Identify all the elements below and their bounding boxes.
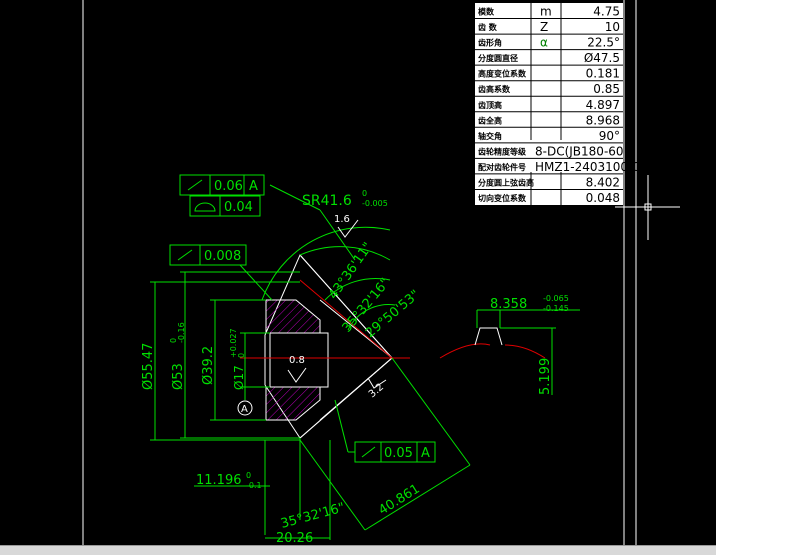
roughness-1-value: 1.6 bbox=[334, 214, 350, 225]
cone-distance-text: 40.861 bbox=[376, 482, 423, 519]
dia-55-text: Ø55.47 bbox=[141, 343, 156, 390]
roughness-2-value: 3.2 bbox=[367, 382, 386, 401]
table-row-name: 轴交角 bbox=[478, 131, 502, 141]
angle-back-text: 35°32'16" bbox=[279, 500, 346, 531]
tooth-width-lower: -0.145 bbox=[543, 304, 569, 313]
sphere-radius-upper: 0 bbox=[362, 189, 367, 198]
runout-1-datum: A bbox=[249, 179, 258, 194]
len-20-text: 20.26 bbox=[276, 531, 313, 545]
len-11-lower: -0.1 bbox=[246, 481, 262, 490]
runout-2-arrow-icon bbox=[177, 249, 193, 261]
datum-a-label: A bbox=[241, 404, 248, 415]
table-row-value: HMZ1-2403100-03 bbox=[535, 160, 648, 174]
dia-53-text: Ø53 bbox=[171, 363, 186, 390]
profile-arc-icon bbox=[194, 202, 216, 212]
table-row-value: 0.85 bbox=[593, 82, 620, 96]
runout-3-value: 0.05 bbox=[384, 446, 413, 461]
dia-53-lower: -0.16 bbox=[177, 322, 186, 343]
tooth-profile bbox=[474, 327, 503, 346]
table-row-name: 配对齿轮件号 bbox=[478, 162, 526, 172]
table-row-value: 8.968 bbox=[586, 113, 620, 127]
tooth-base-arc-left bbox=[439, 343, 491, 359]
table-row-value: 0.048 bbox=[586, 191, 620, 205]
table-row-symbol: α bbox=[540, 36, 548, 50]
table-row-name: 高度变位系数 bbox=[478, 69, 527, 79]
table-row-name: 齿形角 bbox=[478, 38, 502, 48]
table-row-value: Ø47.5 bbox=[584, 51, 620, 65]
table-row-name: 模数 bbox=[478, 7, 495, 17]
angle-arc-outer bbox=[299, 246, 391, 261]
len-11-text: 11.196 bbox=[196, 473, 242, 488]
tooth-width-text: 8.358 bbox=[490, 297, 527, 312]
table-row-value: 90° bbox=[599, 129, 620, 143]
table-row-value: 8-DC(JB180-60) bbox=[535, 144, 628, 158]
crosshair-cursor-icon bbox=[615, 175, 680, 240]
sphere-radius-lower: -0.005 bbox=[362, 199, 388, 208]
tooth-base-arc-right bbox=[504, 344, 546, 359]
hatch-lower bbox=[265, 386, 321, 421]
runout-arrow-icon bbox=[187, 179, 203, 191]
table-row-value: 4.897 bbox=[586, 98, 620, 112]
hatch-upper bbox=[265, 299, 321, 334]
table-row-symbol: Z bbox=[540, 20, 548, 34]
tooth-detail: 8.358 -0.065 -0.145 5.199 bbox=[439, 294, 580, 395]
table-row-value: 22.5° bbox=[587, 36, 620, 50]
table-row-name: 齿顶高 bbox=[478, 100, 502, 110]
drawing-svg: 模数 m 4.75 齿 数 Z 10 齿形角 α 22.5° 分度圆直径 Ø47.5 高度变位系数 0.… bbox=[82, 0, 680, 545]
table-row-name: 齿高系数 bbox=[478, 84, 511, 94]
leader-runout-3 bbox=[334, 399, 349, 453]
dia-39-text: Ø39.2 bbox=[201, 346, 216, 385]
tooth-height-text: 5.199 bbox=[538, 358, 553, 395]
table-row-value: 10 bbox=[605, 20, 620, 34]
roughness-symbol-bore-icon bbox=[287, 367, 307, 383]
bore-text: Ø17 bbox=[232, 365, 246, 390]
table-row-name: 齿 数 bbox=[478, 22, 498, 32]
gear-parameter-table: 模数 m 4.75 齿 数 Z 10 齿形角 α 22.5° 分度圆直径 Ø47.5 高度变位系数 0.… bbox=[475, 3, 648, 205]
profile-1-value: 0.04 bbox=[224, 200, 253, 215]
table-row-name: 齿轮精度等级 bbox=[478, 146, 527, 156]
roughness-bore-value: 0.8 bbox=[289, 355, 305, 366]
table-row-value: 0.181 bbox=[586, 67, 620, 81]
bore-lower: 0 bbox=[237, 353, 246, 358]
table-row-value: 8.402 bbox=[586, 175, 620, 189]
runout-3-arrow-icon bbox=[361, 446, 376, 458]
sphere-radius-text: SR41.6 bbox=[302, 193, 352, 209]
table-row-symbol: m bbox=[540, 5, 552, 19]
tolerance-frame-2: 0.008 bbox=[169, 244, 247, 266]
runout-2-value: 0.008 bbox=[204, 249, 241, 264]
profile-symbol-box bbox=[189, 195, 221, 217]
tooth-width-upper: -0.065 bbox=[543, 294, 569, 303]
table-row-name: 分度圆直径 bbox=[478, 53, 518, 63]
table-row-value: 4.75 bbox=[593, 5, 620, 19]
table-row-name: 分度圆上弦齿高 bbox=[478, 177, 534, 187]
right-margin bbox=[716, 0, 796, 554]
runout-1-value: 0.06 bbox=[214, 179, 243, 194]
tolerance-frame-1: 0.06 A 0.04 bbox=[179, 174, 265, 217]
table-row-name: 齿全高 bbox=[478, 115, 502, 125]
tolerance-frame-3: 0.05 A bbox=[354, 441, 436, 463]
table-row-name: 切向变位系数 bbox=[478, 193, 527, 203]
runout-3-datum: A bbox=[421, 446, 430, 461]
len-11-upper: 0 bbox=[246, 471, 251, 480]
